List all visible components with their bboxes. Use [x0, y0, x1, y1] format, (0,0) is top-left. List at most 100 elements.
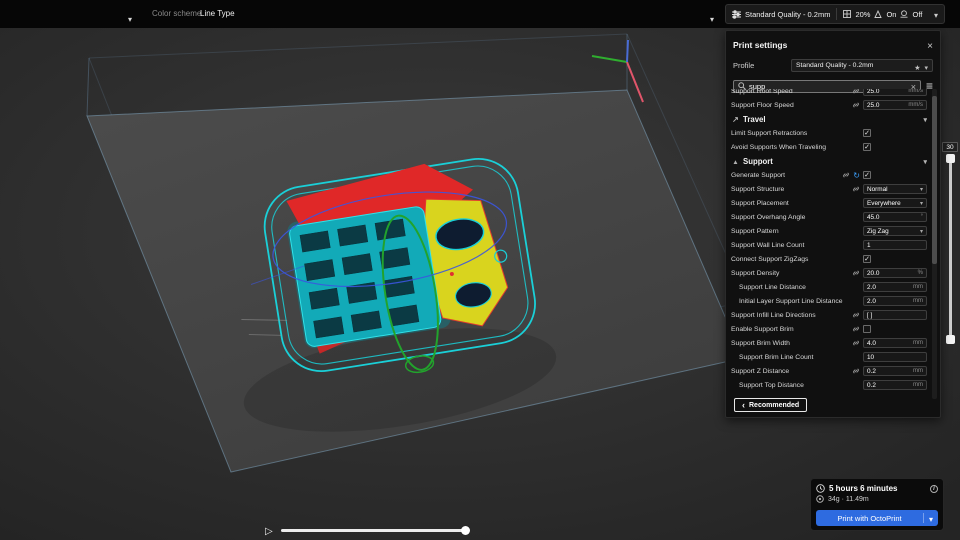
dropdown[interactable]: Normal [863, 184, 927, 194]
checkbox[interactable] [863, 171, 871, 179]
panel-scrollbar[interactable] [932, 89, 937, 399]
value-field[interactable]: 4.0 mm [863, 338, 927, 348]
print-settings-panel: Print settings Profile Standard Quality … [725, 30, 941, 418]
checkbox[interactable] [863, 255, 871, 263]
setup-support: On [886, 9, 897, 19]
value-field[interactable]: 25.0 mm/s [863, 100, 927, 110]
setting-label: Enable Support Brim [731, 325, 794, 333]
recommended-button[interactable]: Recommended [734, 398, 808, 412]
layer-slider-handle-top[interactable] [946, 154, 955, 163]
setting-row-support-line-distance: Support Line Distance 2.0 mm [731, 280, 927, 294]
info-icon[interactable] [930, 484, 938, 493]
chevron-left-icon [742, 400, 745, 410]
value-field[interactable]: 0.2 mm [863, 380, 927, 390]
setting-label: Support Roof Speed [731, 89, 793, 95]
value-field[interactable]: 45.0 ° [863, 212, 927, 222]
print-setup-summary[interactable]: Standard Quality - 0.2mm 20% On Off [725, 4, 945, 24]
value-field[interactable]: 25.0 mm/s [863, 89, 927, 96]
setting-row-support-roof-speed: Support Roof Speed 25.0 mm/s [731, 89, 927, 98]
setting-label: Support Top Distance [739, 381, 804, 389]
color-scheme-label: Color scheme [152, 9, 202, 18]
setting-label: Support Placement [731, 199, 789, 207]
close-icon[interactable] [927, 36, 933, 54]
value-field[interactable]: 0.2 mm [863, 366, 927, 376]
setting-row-support-placement: Support Placement Everywhere [731, 196, 927, 210]
setting-row-initial-layer-support-line-distance: Initial Layer Support Line Distance 2.0 mm [731, 294, 927, 308]
link-icon [852, 89, 860, 95]
panel-scrollbar-thumb[interactable] [932, 96, 937, 264]
chevron-down-icon[interactable] [924, 509, 938, 527]
link-icon [852, 269, 860, 277]
value-field[interactable]: [ ] [863, 310, 927, 320]
star-icon[interactable] [914, 57, 920, 75]
value-field[interactable]: 1 [863, 240, 927, 250]
setting-row-support-brim-width: Support Brim Width 4.0 mm [731, 336, 927, 350]
adhesion-icon [900, 10, 908, 18]
layer-slider-handle-bottom[interactable] [946, 335, 955, 344]
print-time: 5 hours 6 minutes [829, 484, 898, 493]
chevron-down-icon [923, 157, 927, 166]
infill-icon [843, 10, 852, 18]
revert-icon[interactable] [853, 171, 860, 180]
setting-row-support-pattern: Support Pattern Zig Zag [731, 224, 927, 238]
value-field[interactable]: 2.0 mm [863, 282, 927, 292]
checkbox[interactable] [863, 325, 871, 333]
setting-label: Generate Support [731, 171, 786, 179]
setting-label: Limit Support Retractions [731, 129, 808, 137]
simulation-playbar [265, 521, 470, 539]
simulation-slider-track[interactable] [280, 525, 470, 535]
chevron-down-icon [920, 200, 923, 207]
dropdown[interactable]: Everywhere [863, 198, 927, 208]
value-field[interactable]: 20.0% [863, 268, 927, 278]
play-icon[interactable] [265, 521, 273, 539]
category-label: Support [743, 156, 773, 166]
settings-category-support[interactable]: Support [731, 154, 927, 168]
setting-row-connect-support-zigzags: Connect Support ZigZags [731, 252, 927, 266]
link-icon [852, 367, 860, 375]
setting-row-support-top-distance: Support Top Distance 0.2 mm [731, 378, 927, 392]
setting-row-support-z-distance: Support Z Distance 0.2 mm [731, 364, 927, 378]
color-scheme-dropdown[interactable]: Line Type [200, 9, 235, 18]
setting-row-support-infill-line-directions: Support Infill Line Directions [ ] [731, 308, 927, 322]
setting-label: Support Brim Line Count [739, 353, 814, 361]
checkbox[interactable] [863, 143, 871, 151]
layer-slider[interactable]: 30 [942, 142, 960, 352]
setup-adhesion: Off [912, 9, 923, 19]
view-dropdown-chevron-icon[interactable] [710, 9, 714, 27]
sliders-icon [732, 9, 741, 19]
setting-label: Support Line Distance [739, 283, 806, 291]
chevron-down-icon[interactable] [934, 5, 938, 23]
value-field[interactable]: 2.0 mm [863, 296, 927, 306]
support-lattice [289, 206, 442, 347]
setting-label: Support Infill Line Directions [731, 311, 816, 319]
material-icon [816, 495, 824, 503]
setting-label: Support Wall Line Count [731, 241, 805, 249]
chevron-down-icon [924, 57, 928, 75]
link-icon [842, 171, 850, 179]
dropdown[interactable]: Zig Zag [863, 226, 927, 236]
profile-label: Profile [733, 61, 755, 70]
print-button-label: Print with OctoPrint [837, 513, 902, 523]
printer-dropdown-chevron-icon[interactable] [128, 9, 132, 27]
settings-category-travel[interactable]: Travel [731, 112, 927, 126]
setting-label: Support Pattern [731, 227, 779, 235]
profile-dropdown[interactable]: Standard Quality - 0.2mm [791, 59, 933, 72]
link-icon [852, 311, 860, 319]
value-field[interactable]: 10 [863, 352, 927, 362]
layer-value-box: 30 [942, 142, 958, 152]
setting-label: Support Overhang Angle [731, 213, 806, 221]
setting-row-support-density: Support Density 20.0% [731, 266, 927, 280]
print-button[interactable]: Print with OctoPrint [816, 510, 938, 526]
setting-label: Connect Support ZigZags [731, 255, 809, 263]
setting-label: Support Structure [731, 185, 785, 193]
setting-label: Support Brim Width [731, 339, 790, 347]
setting-label: Avoid Supports When Traveling [731, 143, 827, 151]
setting-row-limit-support-retractions: Limit Support Retractions [731, 126, 927, 140]
checkbox[interactable] [863, 129, 871, 137]
recommended-label: Recommended [749, 401, 800, 409]
layer-slider-track[interactable] [949, 156, 952, 342]
divider [836, 8, 838, 20]
simulation-slider-handle[interactable] [460, 525, 470, 535]
material-usage: 34g · 11.49m [828, 495, 869, 503]
setting-row-support-floor-speed: Support Floor Speed 25.0 mm/s [731, 98, 927, 112]
